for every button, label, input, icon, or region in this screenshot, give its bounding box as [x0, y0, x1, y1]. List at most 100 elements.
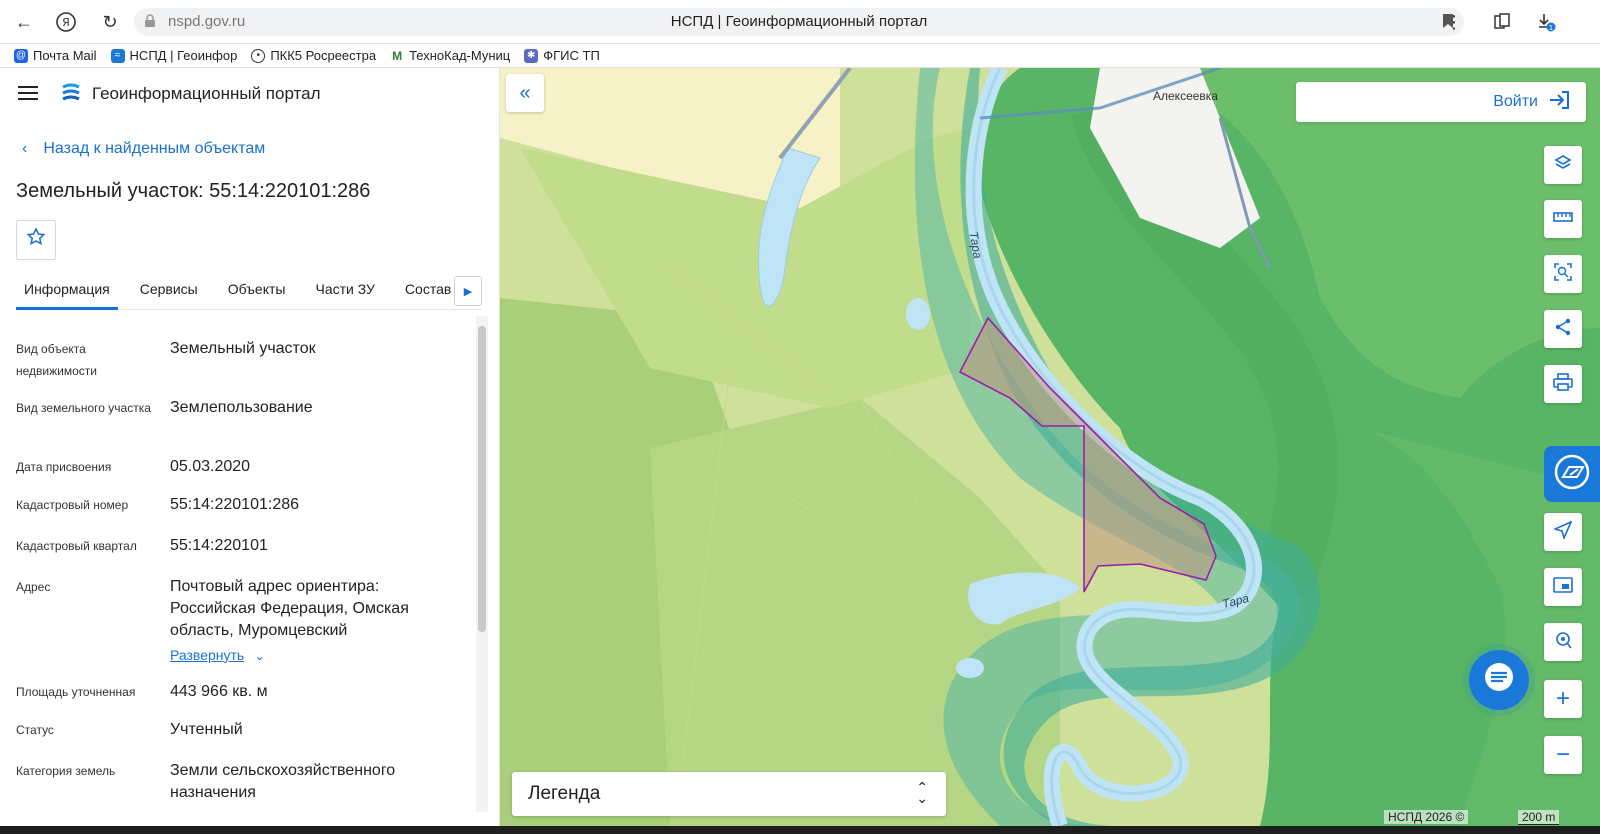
map-copyright: НСПД 2026 © — [1384, 810, 1469, 824]
bookmark-pkk5[interactable]: • ПКК5 Росреестра — [251, 48, 376, 63]
info-value: 55:14:220101:286 — [170, 496, 300, 513]
tab-services[interactable]: Сервисы — [132, 268, 206, 310]
print-icon — [1553, 372, 1573, 396]
bookmark-fgis[interactable]: ✱ ФГИС ТП — [524, 48, 600, 63]
nspd-icon: ≈ — [110, 48, 125, 63]
browser-toolbar: ← Я ↻ nspd.gov.ru НСПД | Геоинформационн… — [0, 0, 1600, 44]
expand-link-label: Развернуть — [170, 647, 245, 663]
page-title: НСПД | Геоинформационный портал — [670, 13, 928, 30]
map-canvas[interactable]: Алексеевка Тара Тара — [500, 68, 1600, 826]
ruler-button[interactable] — [1544, 200, 1582, 238]
chevron-down-icon: ⌄ — [254, 649, 265, 663]
info-value: Землепользование — [170, 399, 313, 416]
yandex-icon[interactable]: Я — [52, 8, 80, 36]
bookmark-technokad[interactable]: M ТехноКад-Муниц — [390, 48, 510, 63]
tab-parts[interactable]: Части ЗУ — [307, 268, 382, 310]
cadastral-map-button[interactable] — [1544, 446, 1600, 502]
map-pencil-icon — [1553, 453, 1591, 496]
info-value: Земли сельскохозяйственного назначения — [170, 762, 396, 801]
info-label: Кадастровый квартал — [16, 539, 137, 553]
svg-text:Я: Я — [62, 16, 70, 29]
collections-icon[interactable] — [1488, 8, 1516, 36]
chat-button[interactable] — [1469, 650, 1529, 710]
bookmark-label: НСПД | Геоинфор — [129, 48, 238, 63]
back-to-results-link[interactable]: ‹ Назад к найденным объектам — [22, 140, 265, 158]
address-bar[interactable]: nspd.gov.ru НСПД | Геоинформационный пор… — [134, 8, 1464, 36]
fgis-icon: ✱ — [524, 48, 539, 63]
frame-icon — [1553, 576, 1573, 598]
tab-objects[interactable]: Объекты — [220, 268, 294, 310]
share-icon — [1554, 318, 1572, 341]
location-search-button[interactable] — [1544, 623, 1582, 661]
legend-panel[interactable]: Легенда ⌃ ⌄ — [512, 772, 946, 816]
location-search-icon — [1554, 631, 1572, 654]
tabs-scroll-right-button[interactable]: ▶ — [454, 276, 482, 306]
print-button[interactable] — [1544, 365, 1582, 403]
select-area-icon — [1554, 262, 1572, 286]
star-icon — [26, 227, 46, 253]
hamburger-menu-icon[interactable] — [18, 86, 38, 100]
bookmark-mail[interactable]: @ Почта Mail — [14, 48, 97, 63]
login-icon — [1548, 90, 1570, 115]
more-menu-icon[interactable]: ⋮ — [1440, 8, 1468, 36]
zoom-in-icon: + — [1555, 685, 1570, 712]
info-label: Вид объекта недвижимости — [16, 342, 97, 378]
info-label: Кадастровый номер — [16, 498, 129, 512]
map-scale: 200 m — [1518, 810, 1560, 825]
frame-button[interactable] — [1544, 568, 1582, 606]
info-value: 443 966 кв. м — [170, 683, 268, 700]
favorite-button[interactable] — [16, 220, 56, 260]
chevron-left-icon: ‹ — [22, 140, 28, 157]
collapse-panel-button[interactable]: « — [506, 74, 544, 112]
double-chevron-left-icon: « — [519, 81, 531, 104]
ruler-icon — [1553, 210, 1573, 228]
layers-button[interactable] — [1544, 146, 1582, 184]
zoom-out-button[interactable]: − — [1544, 736, 1582, 774]
info-label: Площадь уточненная — [16, 685, 136, 699]
scrollbar-thumb[interactable] — [478, 326, 486, 632]
portal-logo-icon — [60, 82, 82, 104]
panel-scrollbar[interactable] — [476, 316, 488, 812]
zoom-out-icon: − — [1555, 741, 1570, 768]
navigate-icon — [1552, 519, 1573, 544]
bookmark-label: Почта Mail — [33, 48, 97, 63]
lake — [906, 298, 930, 330]
login-button[interactable]: Войти — [1296, 82, 1586, 122]
lake — [956, 658, 984, 678]
village-label: Алексеевка — [1153, 89, 1218, 103]
os-taskbar — [0, 826, 1600, 834]
share-button[interactable] — [1544, 310, 1582, 348]
object-tabs: Информация Сервисы Объекты Части ЗУ Сост… — [16, 268, 482, 310]
bookmark-label: ФГИС ТП — [543, 48, 600, 63]
object-title: Земельный участок: 55:14:220101:286 — [16, 180, 371, 202]
info-value: Почтовый адрес ориентира: Российская Фед… — [170, 578, 409, 639]
location-pin-icon: • — [251, 48, 266, 63]
object-info-panel: Геоинформационный портал ‹ Назад к найде… — [0, 68, 500, 826]
info-value: 05.03.2020 — [170, 458, 251, 475]
technokad-icon: M — [390, 48, 405, 63]
navigate-button[interactable] — [1544, 513, 1582, 551]
tab-info[interactable]: Информация — [16, 268, 118, 310]
info-value: Учтенный — [170, 721, 243, 738]
expand-address-link[interactable]: Развернуть ⌄ — [170, 644, 460, 667]
expand-collapse-icon[interactable]: ⌃ ⌄ — [916, 780, 928, 805]
login-label: Войти — [1493, 93, 1538, 110]
info-label: Вид земельного участка — [16, 401, 151, 415]
mail-icon: @ — [14, 48, 28, 63]
reload-icon[interactable]: ↻ — [96, 8, 124, 36]
info-value: Земельный участок — [170, 340, 316, 357]
zoom-in-button[interactable]: + — [1544, 680, 1582, 718]
downloads-icon[interactable]: 1 — [1532, 8, 1560, 36]
back-arrow-icon[interactable]: ← — [10, 8, 38, 36]
bookmark-label: ТехноКад-Муниц — [409, 48, 511, 63]
tab-composition[interactable]: Состав — [397, 268, 459, 310]
portal-name: Геоинформационный портал — [92, 84, 321, 103]
info-label: Адрес — [16, 580, 51, 594]
info-label: Категория земель — [16, 764, 116, 778]
bookmarks-bar: @ Почта Mail ≈ НСПД | Геоинфор • ПКК5 Ро… — [0, 44, 1600, 68]
info-label: Дата присвоения — [16, 460, 112, 474]
bookmark-label: ПКК5 Росреестра — [270, 48, 377, 63]
layers-icon — [1554, 154, 1572, 177]
select-area-button[interactable] — [1544, 255, 1582, 293]
bookmark-nspd[interactable]: ≈ НСПД | Геоинфор — [110, 48, 238, 63]
